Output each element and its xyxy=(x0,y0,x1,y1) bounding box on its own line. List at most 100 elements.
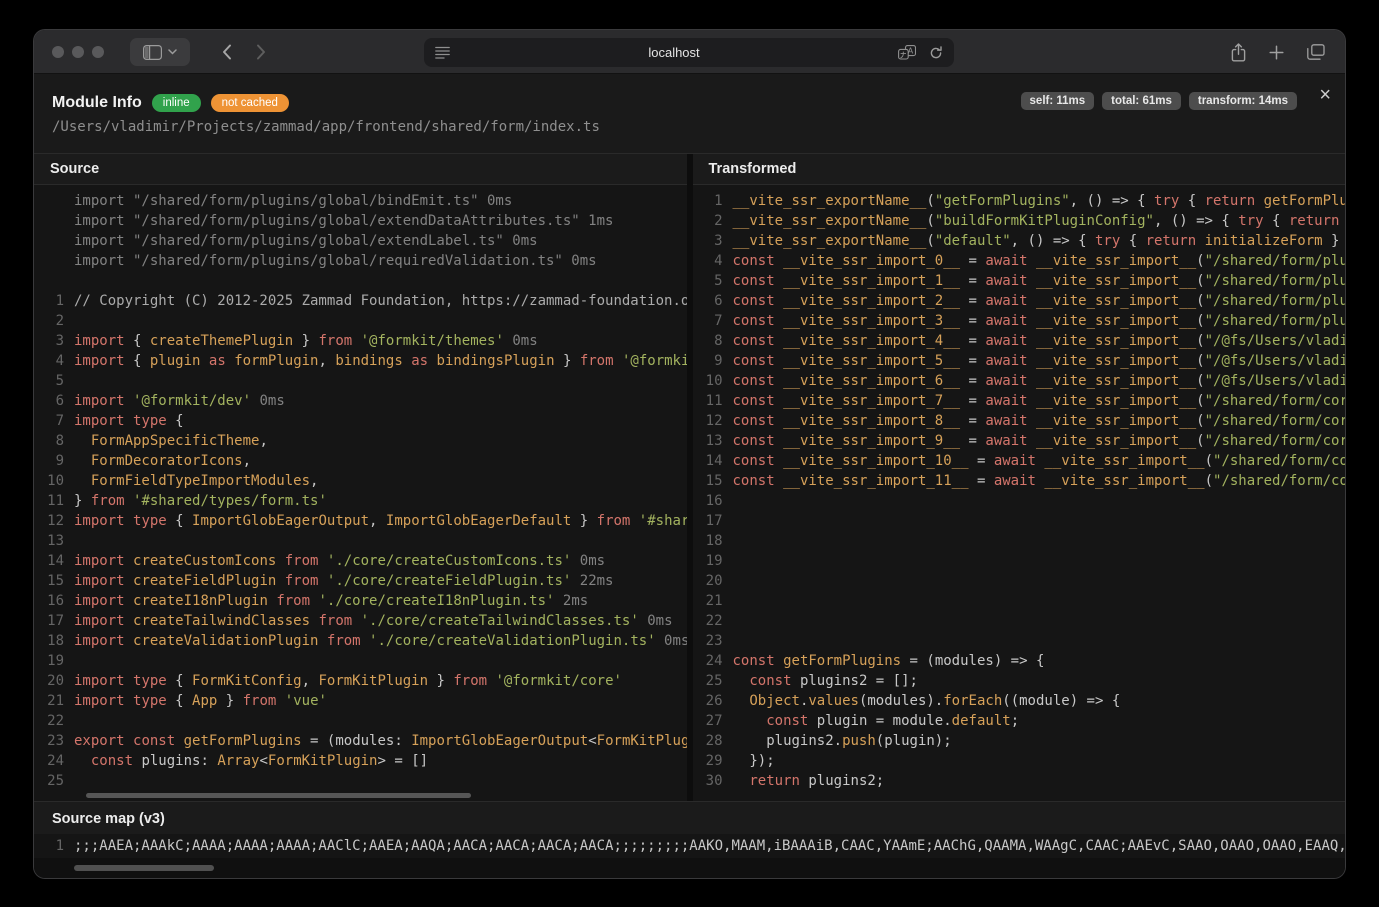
share-button[interactable] xyxy=(1231,43,1246,62)
line-number: 14 xyxy=(693,451,723,471)
stat-total: total: 61ms xyxy=(1102,92,1181,110)
line-number: 15 xyxy=(34,571,64,591)
code-line: 1// Copyright (C) 2012-2025 Zammad Found… xyxy=(34,291,687,311)
line-number: 1 xyxy=(34,836,64,856)
code-line: 17import createTailwindClasses from './c… xyxy=(34,611,687,631)
line-number: 8 xyxy=(34,431,64,451)
diff-panels: Source import "/shared/form/plugins/glob… xyxy=(34,153,1345,801)
line-number: 11 xyxy=(34,491,64,511)
code-line: 14const __vite_ssr_import_10__ = await _… xyxy=(693,451,1346,471)
code-line: 26 Object.values(modules).forEach((modul… xyxy=(693,691,1346,711)
code-line: 11} from '#shared/types/form.ts' xyxy=(34,491,687,511)
line-number: 22 xyxy=(34,711,64,731)
sidebar-toggle-button[interactable] xyxy=(130,38,190,66)
translate-icon[interactable]: A xyxy=(898,45,916,60)
line-number: 23 xyxy=(34,731,64,751)
line-number: 23 xyxy=(693,631,723,651)
code-line: 8 FormAppSpecificTheme, xyxy=(34,431,687,451)
forward-button[interactable] xyxy=(246,38,276,66)
line-number: 16 xyxy=(34,591,64,611)
line-number: 21 xyxy=(693,591,723,611)
zoom-window-button[interactable] xyxy=(92,46,104,58)
code-line: 20import type { FormKitConfig, FormKitPl… xyxy=(34,671,687,691)
tabs-overview-button[interactable] xyxy=(1307,44,1325,60)
line-number: 7 xyxy=(693,311,723,331)
close-button[interactable]: × xyxy=(1319,85,1331,105)
code-line: 10 FormFieldTypeImportModules, xyxy=(34,471,687,491)
code-line: 27 const plugin = module.default; xyxy=(693,711,1346,731)
line-number: 6 xyxy=(34,391,64,411)
code-line: 9const __vite_ssr_import_5__ = await __v… xyxy=(693,351,1346,371)
line-number: 5 xyxy=(34,371,64,391)
line-number: 7 xyxy=(34,411,64,431)
reload-icon[interactable] xyxy=(929,46,943,60)
code-line: 9 FormDecoratorIcons, xyxy=(34,451,687,471)
code-line: import "/shared/form/plugins/global/exte… xyxy=(34,231,687,251)
line-number xyxy=(34,211,64,231)
line-number: 13 xyxy=(34,531,64,551)
code-line: 5 xyxy=(34,371,687,391)
badge-inline: inline xyxy=(152,94,201,112)
line-number: 14 xyxy=(34,551,64,571)
code-line: 15import createFieldPlugin from './core/… xyxy=(34,571,687,591)
source-panel: Source import "/shared/form/plugins/glob… xyxy=(34,154,687,801)
titlebar-right-actions xyxy=(1231,38,1325,66)
line-number: 12 xyxy=(693,411,723,431)
code-line: 1__vite_ssr_exportName__("getFormPlugins… xyxy=(693,191,1346,211)
code-line: 25 xyxy=(34,771,687,791)
line-number: 27 xyxy=(693,711,723,731)
page-title: Module Info xyxy=(52,94,142,112)
code-line: 30 return plugins2; xyxy=(693,771,1346,791)
line-number: 3 xyxy=(693,231,723,251)
module-info-page: Module Info inline not cached self: 11ms… xyxy=(34,74,1345,878)
code-line: 29 }); xyxy=(693,751,1346,771)
code-line: 16import createI18nPlugin from './core/c… xyxy=(34,591,687,611)
source-code-area: import "/shared/form/plugins/global/bind… xyxy=(34,185,687,801)
back-button[interactable] xyxy=(212,38,242,66)
line-number: 24 xyxy=(693,651,723,671)
line-number: 13 xyxy=(693,431,723,451)
code-line: 13 xyxy=(34,531,687,551)
line-number xyxy=(34,271,64,291)
line-number: 19 xyxy=(693,551,723,571)
line-number: 5 xyxy=(693,271,723,291)
code-line: 20 xyxy=(693,571,1346,591)
line-number: 10 xyxy=(34,471,64,491)
code-line: 12const __vite_ssr_import_8__ = await __… xyxy=(693,411,1346,431)
sourcemap-code: 1;;;AAEA;AAAkC;AAAA;AAAA;AAAA;AAClC;AAEA… xyxy=(34,834,1345,858)
transformed-panel: Transformed 1__vite_ssr_exportName__("ge… xyxy=(687,154,1346,801)
sourcemap-section: Source map (v3) 1;;;AAEA;AAAkC;AAAA;AAAA… xyxy=(34,801,1345,858)
code-line: 5const __vite_ssr_import_1__ = await __v… xyxy=(693,271,1346,291)
address-bar[interactable]: localhost A xyxy=(424,38,954,67)
transformed-code-area: 1__vite_ssr_exportName__("getFormPlugins… xyxy=(693,185,1346,801)
code-line: 1;;;AAEA;AAAkC;AAAA;AAAA;AAAA;AAClC;AAEA… xyxy=(34,836,1345,856)
line-number: 4 xyxy=(693,251,723,271)
code-line: 13const __vite_ssr_import_9__ = await __… xyxy=(693,431,1346,451)
minimize-window-button[interactable] xyxy=(72,46,84,58)
sourcemap-horizontal-scrollbar[interactable] xyxy=(74,865,214,871)
code-line: 2__vite_ssr_exportName__("buildFormKitPl… xyxy=(693,211,1346,231)
source-code: 1// Copyright (C) 2012-2025 Zammad Found… xyxy=(34,291,687,791)
line-number: 17 xyxy=(34,611,64,631)
file-path: /Users/vladimir/Projects/zammad/app/fron… xyxy=(52,119,1327,135)
code-line: 6import '@formkit/dev' 0ms xyxy=(34,391,687,411)
code-line: 8const __vite_ssr_import_4__ = await __v… xyxy=(693,331,1346,351)
browser-window: localhost A xyxy=(34,30,1345,878)
new-tab-button[interactable] xyxy=(1269,45,1284,60)
source-horizontal-scrollbar[interactable] xyxy=(86,793,471,798)
chevron-down-icon xyxy=(168,49,177,55)
reader-icon[interactable] xyxy=(435,46,450,59)
code-line: 21 xyxy=(693,591,1346,611)
page-header: Module Info inline not cached self: 11ms… xyxy=(34,74,1345,135)
code-line: 11const __vite_ssr_import_7__ = await __… xyxy=(693,391,1346,411)
bottom-scroll-area xyxy=(34,858,1345,878)
code-line: 4const __vite_ssr_import_0__ = await __v… xyxy=(693,251,1346,271)
close-window-button[interactable] xyxy=(52,46,64,58)
code-line: 28 plugins2.push(plugin); xyxy=(693,731,1346,751)
code-line: 17 xyxy=(693,511,1346,531)
sidebar-icon xyxy=(143,45,162,60)
line-number: 21 xyxy=(34,691,64,711)
plus-icon xyxy=(1269,45,1284,60)
line-number: 19 xyxy=(34,651,64,671)
code-line: 18import createValidationPlugin from './… xyxy=(34,631,687,651)
